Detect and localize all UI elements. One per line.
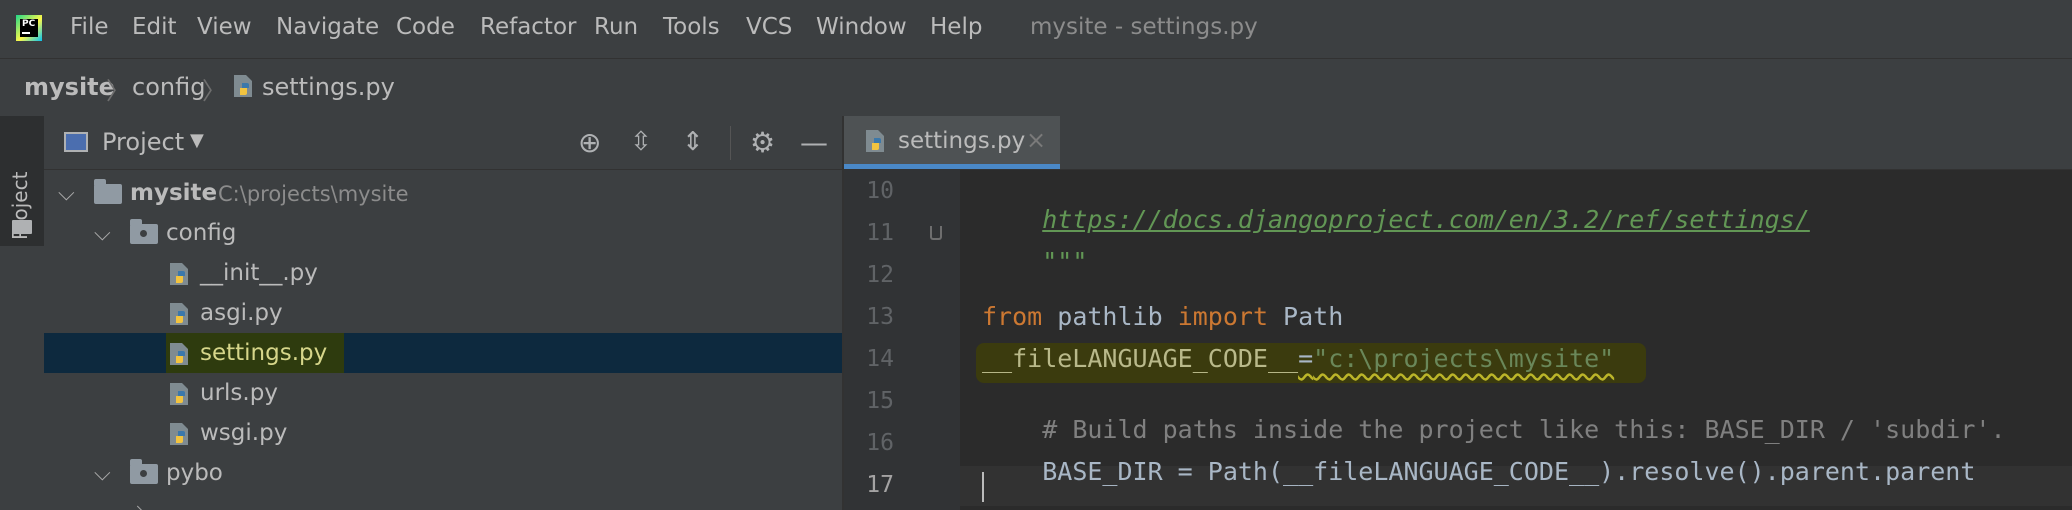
string-literal: "c:\projects\mysite" [1313,344,1615,373]
header-divider [730,126,731,160]
project-tool-tab[interactable]: Project [0,116,44,246]
tree-label: settings.py [200,340,328,366]
menu-code[interactable]: Code [396,14,455,40]
line-number: 15 [866,388,894,414]
menu-refactor[interactable]: Refactor [480,14,576,40]
close-icon[interactable]: × [1026,126,1046,154]
tree-item-asgi-py[interactable]: asgi.py [44,293,842,333]
package-folder-icon [130,459,158,484]
menu-view[interactable]: View [197,14,252,40]
pycharm-logo-icon: PC [16,15,42,41]
line-number-gutter: 10 11 12 13 14 15 16 17 [844,170,960,510]
menu-run[interactable]: Run [594,14,638,40]
code-line-16: BASE_DIR = Path(__fileLANGUAGE_CODE__).r… [982,428,1975,510]
menu-window[interactable]: Window [816,14,907,40]
line-number: 17 [866,472,894,498]
tree-label: pybo [166,460,223,486]
python-file-icon [170,263,188,285]
docstring-end: """ [1042,247,1088,276]
python-file-icon [170,383,188,405]
package-folder-icon [130,219,158,244]
text-caret [982,472,984,502]
python-file-icon [866,130,884,152]
chevron-down-icon[interactable]: ▼ [190,130,204,151]
menu-help[interactable]: Help [930,14,982,40]
line-number: 12 [866,262,894,288]
tree-label: asgi.py [200,300,283,326]
folder-icon [12,220,32,234]
menu-tools[interactable]: Tools [663,14,720,40]
import-name: Path [1268,302,1344,331]
collapse-all-icon[interactable]: ⇕ [682,127,704,157]
menu-bar: PC File Edit View Navigate Code Refactor… [0,0,2072,58]
tree-label: mysite [130,180,218,206]
module-name: pathlib [1042,302,1178,331]
python-file-icon [170,343,188,365]
tree-item-urls-py[interactable]: urls.py [44,373,842,413]
line-number: 10 [866,178,894,204]
navigation-bar: mysite 〉 config 〉 settings.py [0,58,2072,118]
gear-icon[interactable]: ⚙ [750,126,775,159]
tree-item-init-py[interactable]: __init__.py [44,253,842,293]
code-statement: BASE_DIR = Path(__fileLANGUAGE_CODE__).r… [1042,457,1976,486]
menu-navigate[interactable]: Navigate [276,14,379,40]
line-number: 16 [866,430,894,456]
code-line-10: https://docs.djangoproject.com/en/3.2/re… [982,176,1810,263]
active-tab-indicator [844,164,1060,169]
project-tree: ⌵ mysite C:\projects\mysite ⌵ config __i… [44,170,842,510]
line-number: 13 [866,304,894,330]
keyword-from: from [982,302,1043,331]
menu-edit[interactable]: Edit [132,14,177,40]
editor-tab-bar: settings.py × [844,116,2072,170]
minimize-icon[interactable]: — [800,126,828,159]
breadcrumb-separator: 〉 [202,77,226,105]
python-file-icon [170,303,188,325]
breadcrumb-separator: 〉 [106,77,130,105]
chevron-down-icon[interactable]: ⌵ [94,221,111,246]
tree-path: C:\projects\mysite [218,182,409,206]
breadcrumb-project[interactable]: mysite [24,73,115,101]
keyword-import: import [1177,302,1268,331]
tab-settings-py[interactable]: settings.py × [844,116,1060,169]
project-panel-header: Project ▼ ⊕ ⇳ ⇕ ⚙ — [44,116,842,170]
tree-item-wsgi-py[interactable]: wsgi.py [44,413,842,453]
tab-label: settings.py [898,128,1026,154]
chevron-right-icon[interactable]: ⌵ [126,505,151,510]
code-line-14: __fileLANGUAGE_CODE__="c:\projects\mysit… [982,344,1614,373]
tree-item-settings-py[interactable]: settings.py [44,333,842,373]
chevron-down-icon[interactable]: ⌵ [94,461,111,486]
doc-link[interactable]: https://docs.djangoproject.com/en/3.2/re… [1042,205,1810,234]
breadcrumb-file[interactable]: settings.py [262,73,395,101]
menu-file[interactable]: File [70,14,109,40]
locate-icon[interactable]: ⊕ [578,126,601,159]
code-line-11: """ [982,218,1087,305]
project-panel-title[interactable]: Project [102,128,184,156]
python-file-icon [170,423,188,445]
tree-item-config[interactable]: ⌵ config [44,213,842,253]
tree-item-partial[interactable]: ⌵ [44,493,842,510]
tree-item-mysite[interactable]: ⌵ mysite C:\projects\mysite [44,173,842,213]
fold-marker-icon[interactable] [930,226,942,240]
menu-vcs[interactable]: VCS [746,14,792,40]
tree-label: wsgi.py [200,420,288,446]
python-file-icon [234,75,252,97]
breadcrumb-folder[interactable]: config [132,73,205,101]
folder-icon [94,179,122,204]
code-editor[interactable]: https://docs.djangoproject.com/en/3.2/re… [960,170,2072,510]
chevron-down-icon[interactable]: ⌵ [58,181,75,206]
variable-name: __fileLANGUAGE_CODE__ [982,344,1299,373]
assign-operator: = [1298,344,1314,373]
window-title: mysite - settings.py [1030,14,1258,40]
tool-window-strip: Project [0,116,45,510]
tree-label: __init__.py [200,260,318,286]
tree-label: urls.py [200,380,278,406]
line-number: 11 [866,220,894,246]
project-view-icon [64,132,88,152]
line-number: 14 [866,346,894,372]
code-line-13: from pathlib import Path [982,302,1343,331]
expand-all-icon[interactable]: ⇳ [630,127,652,157]
tree-item-pybo[interactable]: ⌵ pybo [44,453,842,493]
tree-label: config [166,220,237,246]
